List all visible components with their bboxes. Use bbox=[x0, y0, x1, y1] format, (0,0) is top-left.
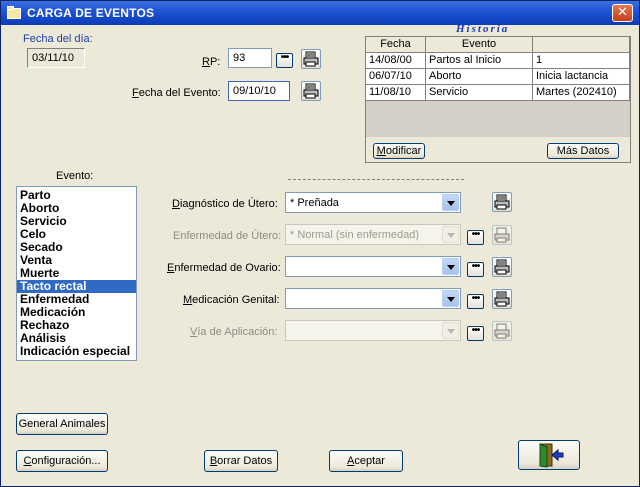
cell-detalle: Inicia lactancia bbox=[533, 69, 630, 85]
via-aplicacion-select bbox=[285, 320, 461, 341]
exit-door-icon bbox=[539, 443, 564, 468]
fecha-evento-label: Fecha del Evento: bbox=[132, 87, 221, 99]
fecha-dia-label: Fecha del día: bbox=[23, 33, 93, 45]
cell-detalle: Martes (202410) bbox=[533, 85, 630, 101]
col-evento[interactable]: Evento bbox=[426, 37, 533, 53]
divider bbox=[288, 179, 464, 180]
enfermedad-ovario-lookup-button[interactable]: ••• bbox=[467, 262, 484, 277]
fecha-evento-printer-icon[interactable] bbox=[301, 81, 321, 101]
diagnostico-utero-select[interactable]: * Preñada bbox=[285, 192, 461, 213]
chevron-down-icon[interactable] bbox=[442, 194, 459, 211]
mas-datos-button[interactable]: Más Datos bbox=[547, 143, 619, 159]
enfermedad-utero-lookup-button[interactable]: ••• bbox=[467, 230, 484, 245]
enfermedad-ovario-printer-icon[interactable] bbox=[492, 257, 512, 277]
via-aplicacion-label: Vía de Aplicación: bbox=[190, 326, 278, 338]
via-aplicacion-printer-icon bbox=[492, 321, 512, 341]
historia-grid[interactable]: Fecha Evento 14/08/00 Partos al Inicio 1… bbox=[365, 36, 631, 163]
rp-input[interactable]: 93 bbox=[228, 48, 272, 68]
col-detalle[interactable] bbox=[533, 37, 630, 53]
medicacion-genital-lookup-button[interactable]: ••• bbox=[467, 294, 484, 309]
table-row[interactable]: 14/08/00 Partos al Inicio 1 bbox=[366, 53, 630, 69]
chevron-down-icon bbox=[442, 226, 459, 243]
cell-fecha: 11/08/10 bbox=[366, 85, 426, 101]
rp-label: RP: bbox=[202, 56, 221, 68]
diagnostico-printer-icon[interactable] bbox=[492, 192, 512, 212]
cell-evento: Partos al Inicio bbox=[426, 53, 533, 69]
diagnostico-utero-value: * Preñada bbox=[290, 197, 339, 209]
window-title: CARGA DE EVENTOS bbox=[27, 6, 155, 20]
medicacion-genital-printer-icon[interactable] bbox=[492, 289, 512, 309]
historia-header: Fecha Evento bbox=[366, 37, 630, 53]
cell-fecha: 14/08/00 bbox=[366, 53, 426, 69]
close-button[interactable]: ✕ bbox=[612, 4, 633, 22]
cell-fecha: 06/07/10 bbox=[366, 69, 426, 85]
cell-detalle: 1 bbox=[533, 53, 630, 69]
medicacion-genital-select[interactable] bbox=[285, 288, 461, 309]
col-fecha[interactable]: Fecha bbox=[366, 37, 426, 53]
chevron-down-icon[interactable] bbox=[442, 290, 459, 307]
enfermedad-ovario-label: Enfermedad de Ovario: bbox=[167, 262, 281, 274]
configuracion-button[interactable]: Configuración... bbox=[16, 450, 108, 472]
historia-footer: Modificar Más Datos bbox=[366, 137, 630, 162]
cell-evento: Aborto bbox=[426, 69, 533, 85]
fecha-dia-value: 03/11/10 bbox=[27, 48, 85, 68]
enfermedad-utero-label: Enfermedad de Útero: bbox=[173, 230, 282, 242]
enfermedad-ovario-select[interactable] bbox=[285, 256, 461, 277]
table-row[interactable]: 06/07/10 Aborto Inicia lactancia bbox=[366, 69, 630, 85]
list-item[interactable]: Indicación especial bbox=[17, 345, 136, 358]
general-animales-button[interactable]: General Animales bbox=[16, 413, 108, 435]
historia-title: Historia bbox=[456, 23, 510, 35]
fecha-evento-input[interactable]: 09/10/10 bbox=[228, 81, 290, 101]
enfermedad-utero-printer-icon bbox=[492, 225, 512, 245]
enfermedad-utero-value: * Normal (sin enfermedad) bbox=[290, 229, 419, 241]
aceptar-button[interactable]: Aceptar bbox=[329, 450, 403, 472]
evento-listbox[interactable]: Parto Aborto Servicio Celo Secado Venta … bbox=[16, 186, 137, 361]
borrar-datos-button[interactable]: Borrar Datos bbox=[204, 450, 278, 472]
cell-evento: Servicio bbox=[426, 85, 533, 101]
app-icon bbox=[7, 6, 21, 19]
table-row[interactable]: 11/08/10 Servicio Martes (202410) bbox=[366, 85, 630, 101]
enfermedad-utero-select: * Normal (sin enfermedad) bbox=[285, 224, 461, 245]
rp-printer-icon[interactable] bbox=[301, 49, 321, 69]
via-aplicacion-lookup-button[interactable]: ••• bbox=[467, 326, 484, 341]
evento-label: Evento: bbox=[56, 170, 94, 182]
chevron-down-icon[interactable] bbox=[442, 258, 459, 275]
chevron-down-icon bbox=[442, 322, 459, 339]
medicacion-genital-label: Medicación Genital: bbox=[183, 294, 280, 306]
modificar-button[interactable]: Modificar bbox=[373, 143, 425, 159]
diagnostico-utero-label: Diagnóstico de Útero: bbox=[172, 198, 278, 210]
rp-lookup-button[interactable]: ••• bbox=[276, 53, 293, 68]
carga-eventos-window: CARGA DE EVENTOS ✕ Fecha del día: 03/11/… bbox=[0, 0, 640, 487]
title-bar[interactable]: CARGA DE EVENTOS ✕ bbox=[1, 1, 639, 25]
exit-button[interactable] bbox=[518, 440, 580, 470]
